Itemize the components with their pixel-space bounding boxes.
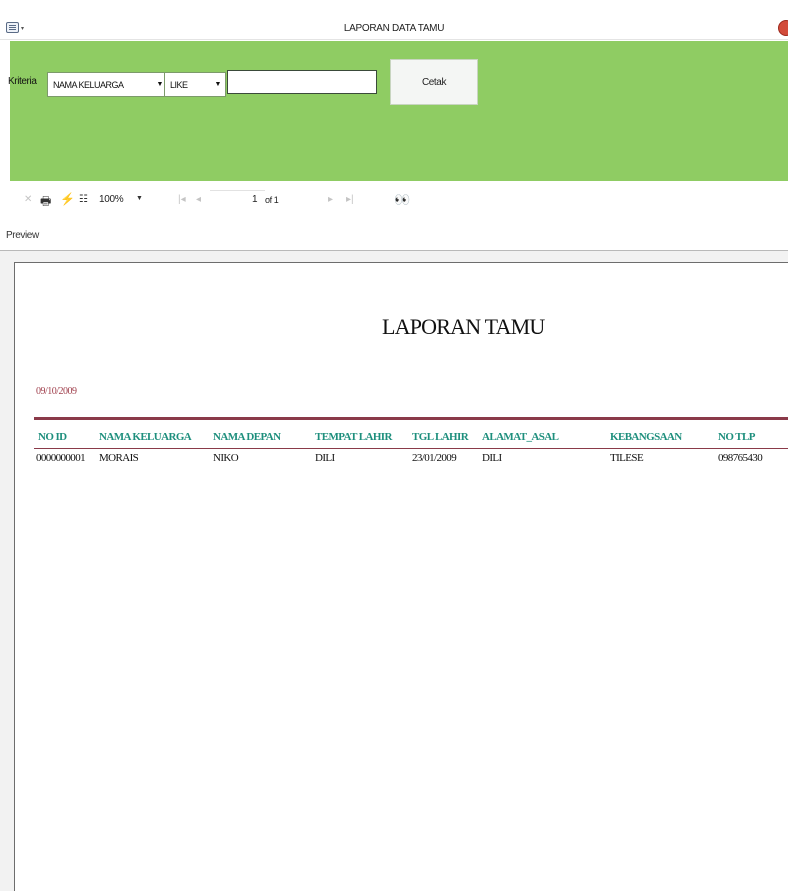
cell-nama-depan: NIKO [213,452,239,464]
page-count: of 1 [265,195,279,205]
close-view-icon[interactable]: ✕ [24,194,32,205]
column-header-alamat-asal: ALAMAT_ASAL [482,431,559,443]
print-icon[interactable]: 🖶 [40,192,51,213]
operator-select[interactable]: LIKE ▼ [164,72,226,97]
chevron-down-icon[interactable]: ▼ [136,195,143,202]
header-rule-top [34,417,788,420]
viewer-toolbar: ✕ 🖶 ⚡ ☷ 100% ▼ |◂ ◂ 1 of 1 ▸ ▸| 👀 [0,186,788,216]
report-title: LAPORAN TAMU [382,314,545,339]
cell-no-id: 0000000001 [36,452,86,464]
report-date: 09/10/2009 [36,386,77,397]
cell-no-tlp: 098765430 [718,452,763,464]
operator-select-value: LIKE [170,79,188,90]
window-title: LAPORAN DATA TAMU [343,23,445,34]
field-select-value: NAMA KELUARGA [53,79,124,90]
cell-nama-keluarga: MORAIS [99,452,139,464]
column-header-no-id: NO ID [38,431,67,443]
column-header-nama-depan: NAMA DEPAN [213,431,281,443]
column-header-tgl-lahir: TGL LAHIR [412,431,469,443]
header-rule-bottom [34,448,788,449]
chevron-down-icon[interactable]: ▼ [211,81,225,88]
print-button[interactable]: Cetak [390,59,478,105]
group-tree-icon[interactable]: ☷ [79,194,88,205]
find-icon[interactable]: 👀 [394,192,410,208]
first-page-icon[interactable]: |◂ [178,194,186,205]
last-page-icon[interactable]: ▸| [346,194,354,205]
column-header-tempat-lahir: TEMPAT LAHIR [315,431,392,443]
previous-page-icon[interactable]: ◂ [196,194,201,205]
search-input[interactable] [227,70,377,94]
cell-kebangsaan: TILESE [610,452,644,464]
refresh-icon[interactable]: ⚡ [60,192,75,206]
column-header-nama-keluarga: NAMA KELUARGA [99,431,192,443]
column-header-no-tlp: NO TLP [718,431,755,443]
criteria-label: Kriteria [8,76,37,87]
preview-tab[interactable]: Preview [6,230,39,241]
report-page [14,262,788,891]
close-icon[interactable] [778,20,788,36]
column-header-kebangsaan: KEBANGSAAN [610,431,682,443]
field-select[interactable]: NAMA KELUARGA ▼ [47,72,168,97]
current-page[interactable]: 1 [252,194,258,205]
cell-alamat-asal: DILI [482,452,502,464]
next-page-icon[interactable]: ▸ [328,194,333,205]
zoom-dropdown[interactable]: 100% [99,194,124,205]
title-bar: ▾ LAPORAN DATA TAMU [0,0,788,40]
cell-tgl-lahir: 23/01/2009 [412,452,457,464]
cell-tempat-lahir: DILI [315,452,335,464]
